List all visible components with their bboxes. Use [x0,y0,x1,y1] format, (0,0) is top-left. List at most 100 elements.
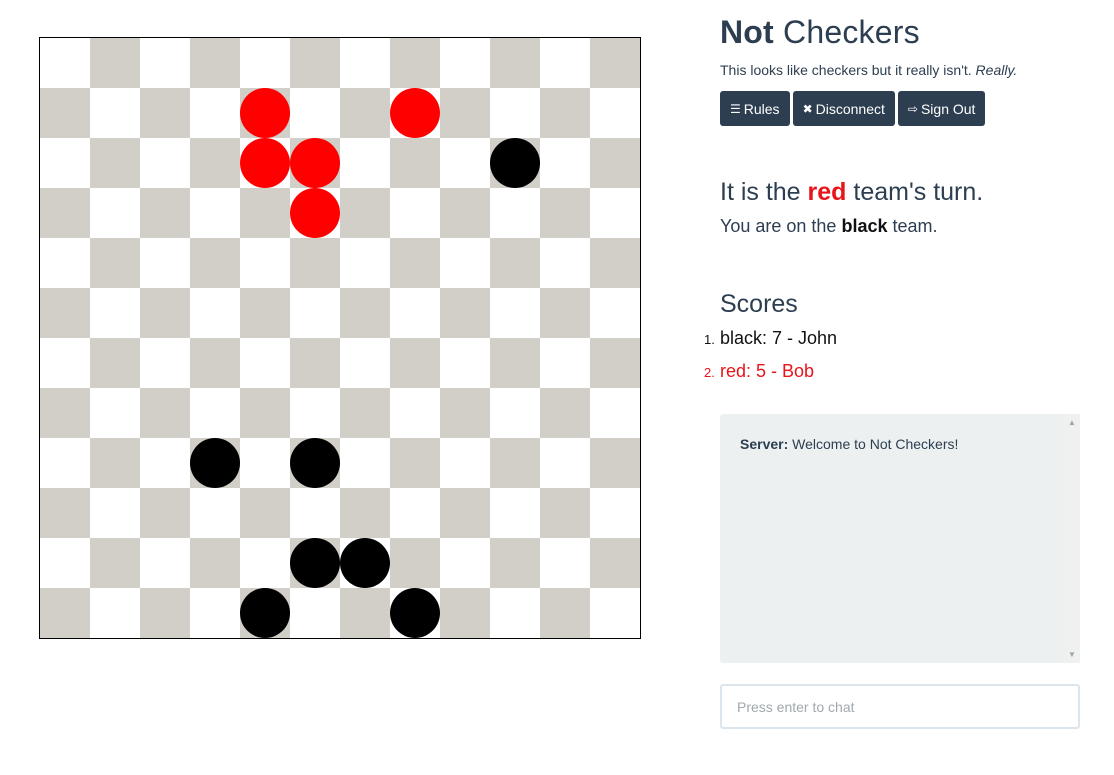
board-square[interactable] [540,338,590,388]
board-square[interactable] [190,38,240,88]
board-square[interactable] [540,38,590,88]
board-square[interactable] [290,338,340,388]
board-square[interactable] [290,588,340,638]
board-square[interactable] [440,188,490,238]
red-piece[interactable] [290,138,340,188]
chat-input[interactable] [720,684,1080,729]
board-square[interactable] [290,438,340,488]
board-square[interactable] [590,188,640,238]
sign-out-button[interactable]: ⇨ Sign Out [897,91,986,126]
board-square[interactable] [40,588,90,638]
board-square[interactable] [290,488,340,538]
board-square[interactable] [190,288,240,338]
board-square[interactable] [440,438,490,488]
board-square[interactable] [240,188,290,238]
black-piece[interactable] [190,438,240,488]
board-square[interactable] [340,538,390,588]
board-square[interactable] [290,538,340,588]
board-square[interactable] [590,538,640,588]
board-square[interactable] [440,138,490,188]
board-square[interactable] [140,288,190,338]
board-square[interactable] [490,238,540,288]
board-square[interactable] [90,238,140,288]
board-square[interactable] [590,88,640,138]
board-square[interactable] [140,588,190,638]
board-square[interactable] [240,488,290,538]
disconnect-button[interactable]: ✖ Disconnect [792,91,895,126]
board-square[interactable] [240,338,290,388]
board-square[interactable] [540,238,590,288]
board-square[interactable] [40,338,90,388]
board-square[interactable] [390,538,440,588]
board-square[interactable] [40,138,90,188]
red-piece[interactable] [390,88,440,138]
board-square[interactable] [90,588,140,638]
board-square[interactable] [90,288,140,338]
black-piece[interactable] [290,538,340,588]
board-square[interactable] [540,188,590,238]
board-square[interactable] [490,138,540,188]
board-square[interactable] [290,38,340,88]
board-square[interactable] [340,488,390,538]
board-square[interactable] [240,138,290,188]
board-square[interactable] [140,438,190,488]
board-square[interactable] [390,288,440,338]
board-square[interactable] [140,538,190,588]
red-piece[interactable] [290,188,340,238]
board-square[interactable] [190,588,240,638]
board-square[interactable] [190,488,240,538]
board-square[interactable] [290,288,340,338]
board-square[interactable] [590,38,640,88]
board-square[interactable] [240,438,290,488]
board-square[interactable] [440,388,490,438]
board-square[interactable] [490,538,540,588]
board-square[interactable] [40,388,90,438]
board-square[interactable] [240,288,290,338]
board-square[interactable] [440,588,490,638]
board-square[interactable] [140,88,190,138]
board-square[interactable] [590,588,640,638]
board-square[interactable] [140,338,190,388]
board-square[interactable] [340,188,390,238]
board-square[interactable] [140,238,190,288]
board-square[interactable] [340,388,390,438]
chat-scrollbar[interactable]: ▲ ▼ [1064,414,1080,663]
board-square[interactable] [290,88,340,138]
board-square[interactable] [90,88,140,138]
board-square[interactable] [90,488,140,538]
board-square[interactable] [340,288,390,338]
board-square[interactable] [290,138,340,188]
board-square[interactable] [240,88,290,138]
chat-log[interactable]: Server: Welcome to Not Checkers! ▲ ▼ [720,414,1080,663]
black-piece[interactable] [390,588,440,638]
black-piece[interactable] [490,138,540,188]
black-piece[interactable] [240,588,290,638]
board-square[interactable] [490,388,540,438]
board-square[interactable] [190,238,240,288]
board-square[interactable] [190,138,240,188]
board-square[interactable] [590,338,640,388]
rules-button[interactable]: ☰ Rules [720,91,790,126]
game-board[interactable] [39,37,641,639]
board-square[interactable] [390,438,440,488]
board-square[interactable] [490,338,540,388]
red-piece[interactable] [240,88,290,138]
board-square[interactable] [490,488,540,538]
board-square[interactable] [90,388,140,438]
board-square[interactable] [490,38,540,88]
board-square[interactable] [140,38,190,88]
board-square[interactable] [140,388,190,438]
board-square[interactable] [490,288,540,338]
board-square[interactable] [40,538,90,588]
board-square[interactable] [440,488,490,538]
board-square[interactable] [340,38,390,88]
board-square[interactable] [390,588,440,638]
board-square[interactable] [190,338,240,388]
board-square[interactable] [340,88,390,138]
board-square[interactable] [290,188,340,238]
board-square[interactable] [40,38,90,88]
board-square[interactable] [440,538,490,588]
board-square[interactable] [240,38,290,88]
board-square[interactable] [540,438,590,488]
board-square[interactable] [440,38,490,88]
